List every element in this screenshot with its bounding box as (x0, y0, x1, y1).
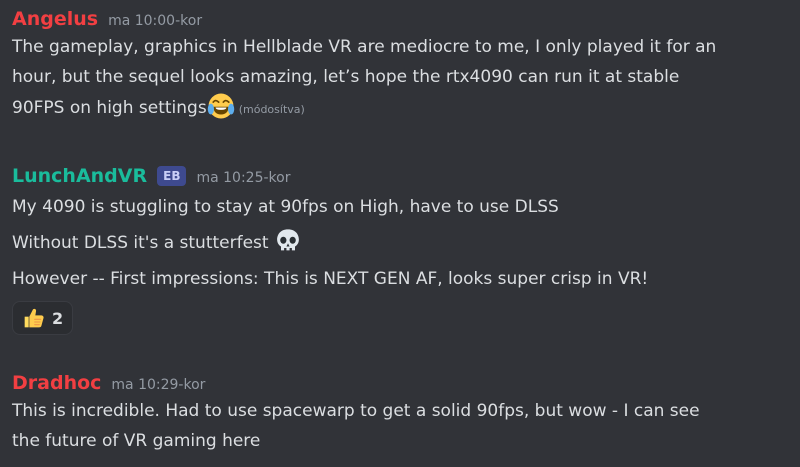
message-line: the future of VR gaming here (12, 431, 261, 451)
reaction-count: 2 (52, 308, 64, 328)
message-line: This is incredible. Had to use spacewarp… (12, 401, 700, 421)
timestamp: ma 10:29-kor (111, 377, 206, 393)
skull-emoji (274, 227, 302, 255)
username[interactable]: Angelus (12, 6, 98, 32)
tears-of-joy-emoji (207, 92, 235, 120)
reaction-thumbs-up[interactable]: 2 (12, 301, 74, 335)
timestamp: ma 10:00-kor (108, 13, 203, 29)
message-line-with-emoji: Without DLSS it's a stutterfest (12, 225, 792, 261)
message-line: The gameplay, graphics in Hellblade VR a… (12, 37, 717, 57)
username[interactable]: LunchAndVR (12, 163, 147, 189)
message-line: My 4090 is stuggling to stay at 90fps on… (12, 197, 559, 217)
message-content: The gameplay, graphics in Hellblade VR a… (12, 32, 792, 125)
edited-label: (módosítva) (238, 103, 305, 116)
message-content: My 4090 is stuggling to stay at 90fps on… (12, 189, 792, 297)
message-header: Angelus ma 10:00-kor (12, 6, 792, 32)
username[interactable]: Dradhoc (12, 370, 101, 396)
message-line: However -- First impressions: This is NE… (12, 269, 649, 289)
message-dradhoc: Dradhoc ma 10:29-kor This is incredible.… (12, 370, 792, 456)
message-angelus: Angelus ma 10:00-kor The gameplay, graph… (12, 6, 792, 125)
chat-message-list: Angelus ma 10:00-kor The gameplay, graph… (0, 0, 800, 467)
message-line-text: Without DLSS it's a stutterfest (12, 233, 269, 253)
message-content: This is incredible. Had to use spacewarp… (12, 396, 792, 456)
timestamp: ma 10:25-kor (196, 170, 291, 186)
message-line-text: 90FPS on high settings (12, 98, 207, 118)
message-header: LunchAndVR EB ma 10:25-kor (12, 163, 792, 189)
user-tag-badge[interactable]: EB (157, 166, 187, 186)
message-line: hour, but the sequel looks amazing, let’… (12, 67, 680, 87)
thumbs-up-emoji (22, 306, 46, 330)
message-lunchandvr: LunchAndVR EB ma 10:25-kor My 4090 is st… (12, 163, 792, 335)
reactions-bar: 2 (12, 301, 792, 335)
message-header: Dradhoc ma 10:29-kor (12, 370, 792, 396)
message-line-last: 90FPS on high settings (módosítva) (12, 92, 792, 125)
